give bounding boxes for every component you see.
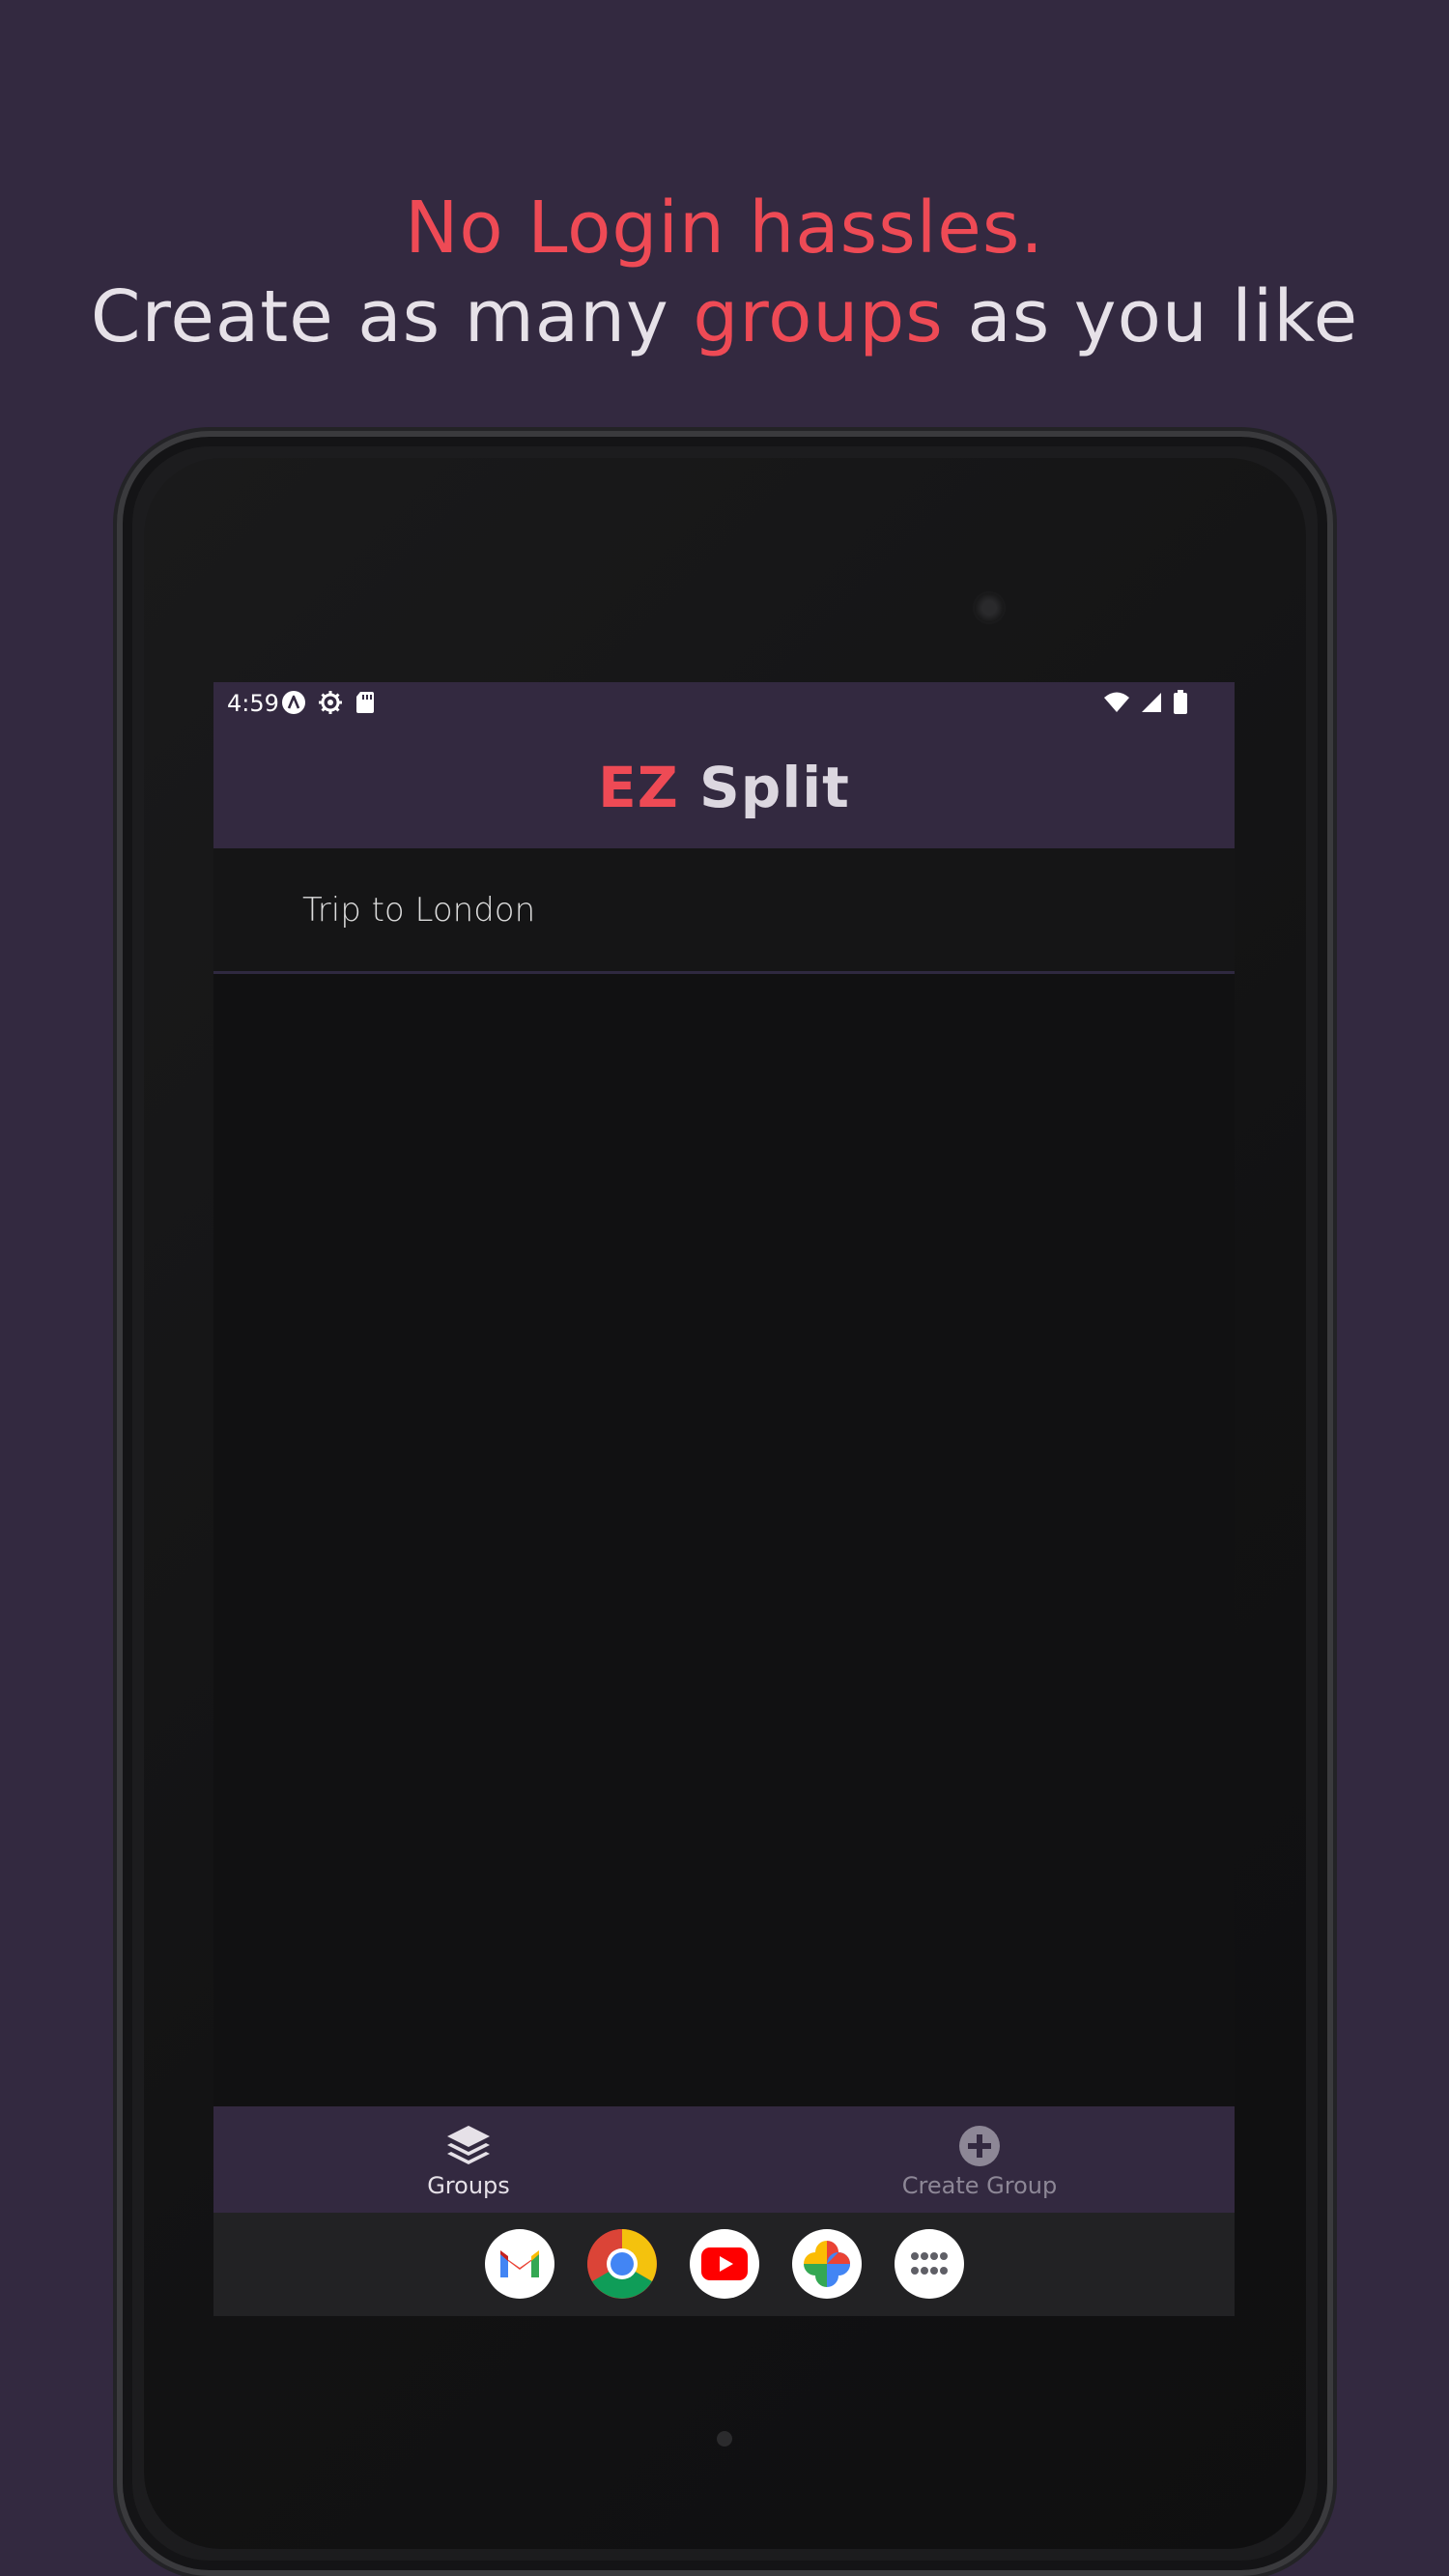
status-system-icons	[1103, 690, 1188, 715]
status-notification-icons	[281, 690, 376, 715]
bottom-navigation: Groups Create Group	[213, 2106, 1235, 2213]
layers-icon	[447, 2126, 490, 2164]
chrome-glyph	[587, 2229, 657, 2299]
app-title-accent: EZ	[598, 755, 679, 820]
app-drawer-glyph	[911, 2252, 948, 2275]
sd-card-icon	[356, 692, 374, 713]
youtube-icon[interactable]	[690, 2229, 759, 2299]
android-dock	[213, 2213, 1235, 2316]
youtube-glyph	[701, 2247, 748, 2280]
battery-icon	[1174, 690, 1187, 714]
status-time: 4:59	[227, 690, 279, 717]
nav-tab-groups-label: Groups	[427, 2172, 510, 2199]
app-drawer-icon[interactable]	[895, 2229, 964, 2299]
device-screen: 4:59 EZ Split Trip to London Groups Crea…	[213, 682, 1235, 2316]
groups-list-area	[213, 974, 1235, 2016]
photos-glyph	[804, 2241, 850, 2287]
group-name: Trip to London	[302, 891, 536, 930]
app-title-rest: Split	[678, 755, 850, 820]
nav-tab-groups[interactable]: Groups	[213, 2106, 724, 2213]
cell-signal-icon	[1142, 693, 1161, 712]
gmail-icon[interactable]	[485, 2229, 554, 2299]
tablet-sensor	[717, 2431, 732, 2447]
photos-icon[interactable]	[792, 2229, 862, 2299]
headline-line-2-prefix: Create as many	[90, 275, 694, 358]
add-circle-icon	[959, 2126, 1000, 2166]
headline-line-2-accent: groups	[693, 275, 944, 358]
front-camera	[973, 591, 1006, 624]
headline-line-2-suffix: as you like	[943, 275, 1359, 358]
headline-line-2: Create as many groups as you like	[0, 272, 1449, 361]
settings-gear-icon	[319, 691, 342, 714]
headline-line-1: No Login hassles.	[405, 186, 1044, 270]
android-a-icon	[282, 691, 305, 714]
gmail-glyph	[500, 2250, 539, 2277]
chrome-icon[interactable]	[587, 2229, 657, 2299]
wifi-icon	[1104, 692, 1129, 712]
promo-headline: No Login hassles. Create as many groups …	[0, 184, 1449, 361]
nav-tab-create-group[interactable]: Create Group	[724, 2106, 1235, 2213]
app-bar: EZ Split	[213, 725, 1235, 848]
nav-tab-create-group-label: Create Group	[901, 2172, 1058, 2199]
app-title: EZ Split	[598, 756, 850, 819]
group-list-item[interactable]: Trip to London	[213, 848, 1235, 974]
status-bar: 4:59	[213, 682, 1235, 725]
